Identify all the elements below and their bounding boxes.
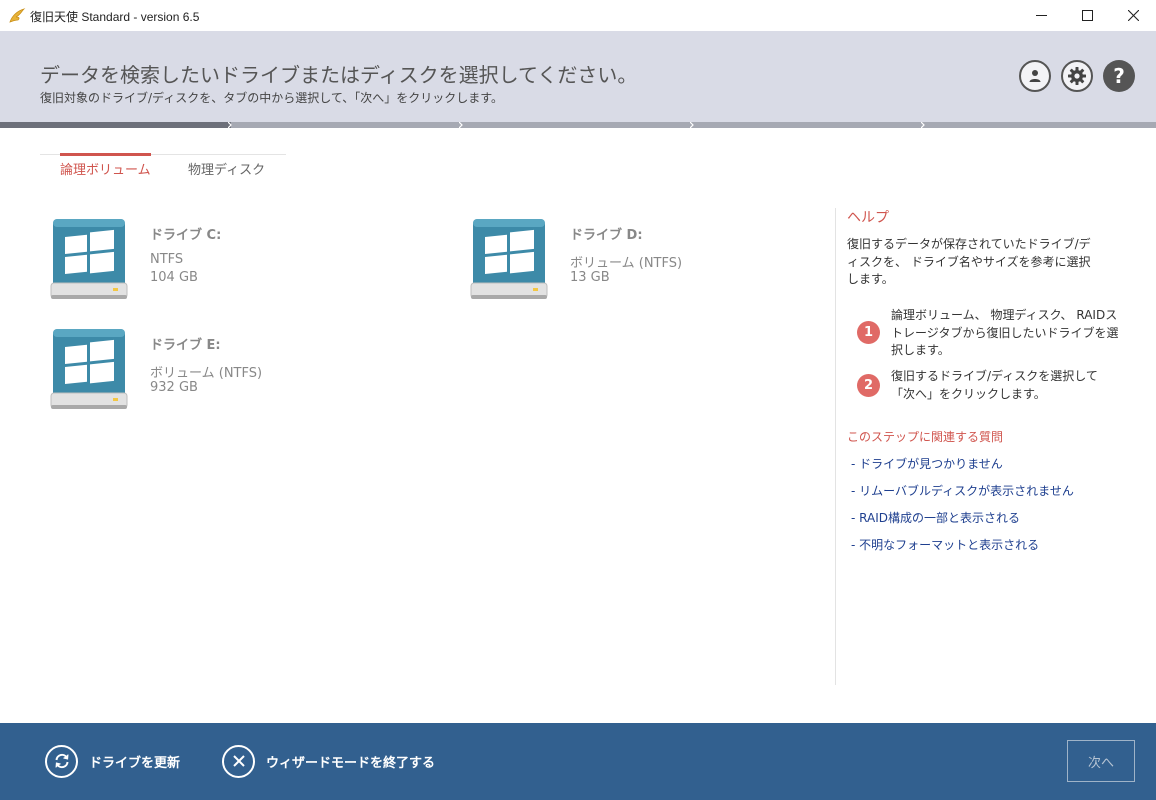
close-icon [222,744,255,778]
step-number-badge: 2 [857,374,880,397]
refresh-icon [45,744,78,778]
drive-filesystem: NTFS [150,252,184,267]
drive-item-d[interactable]: ドライブ D: ボリューム (NTFS) 13 GB [470,217,770,313]
maximize-icon [1081,10,1093,21]
close-icon [1127,10,1139,21]
faq-link-removable-disk[interactable]: - リムーバブルディスクが表示されません [851,482,1074,499]
faq-title: このステップに関連する質問 [847,430,1004,444]
page-title: データを検索したいドライブまたはディスクを選択してください。 [40,63,638,87]
help-title: ヘルプ [847,210,889,226]
refresh-drives-label: ドライブを更新 [89,755,181,771]
account-button[interactable] [1019,60,1051,92]
exit-wizard-button[interactable]: ウィザードモードを終了する [222,744,435,778]
title-bar: 復旧天使 Standard - version 6.5 [0,0,1156,31]
faq-link-drive-not-found[interactable]: - ドライブが見つかりません [851,455,1003,472]
drive-name: ドライブ E: [150,338,221,353]
wizard-header: データを検索したいドライブまたはディスクを選択してください。 復旧対象のドライブ… [0,31,1156,122]
drive-size: 104 GB [150,270,198,285]
exit-wizard-label: ウィザードモードを終了する [266,755,436,771]
windows-drive-icon [470,219,548,299]
next-button[interactable]: 次へ [1067,740,1135,782]
drive-size: 932 GB [150,380,198,395]
refresh-drives-button[interactable]: ドライブを更新 [45,744,180,778]
minimize-button[interactable] [1018,0,1064,31]
tab-logical-volumes[interactable]: 論理ボリューム [60,159,151,178]
step-separator [921,122,927,128]
step-separator [228,122,234,128]
faq-link-unknown-format[interactable]: - 不明なフォーマットと表示される [851,536,1039,553]
account-icon [1029,70,1041,82]
angel-wing-icon [9,8,26,23]
step-separator [690,122,696,128]
help-description: 復旧するデータが保存されていたドライブ/ディスクを、 ドライブ名やサイズを参考に… [847,237,1091,286]
step-separator [459,122,465,128]
windows-drive-icon [50,219,128,299]
drive-filesystem: ボリューム (NTFS) [150,366,263,381]
tab-physical-disks[interactable]: 物理ディスク [188,159,265,178]
drive-type-tabs: 論理ボリューム 物理ディスク [40,153,286,182]
close-window-button[interactable] [1110,0,1156,31]
drive-name: ドライブ C: [150,228,222,243]
wizard-progress [0,122,1156,128]
page-subtitle: 復旧対象のドライブ/ディスクを、タブの中から選択して、「次へ」をクリックします。 [40,91,504,105]
help-step-text: 復旧するドライブ/ディスクを選択して「次へ」をクリックします。 [891,369,1098,401]
drive-size: 13 GB [570,270,610,285]
gear-icon [1068,67,1086,85]
maximize-button[interactable] [1064,0,1110,31]
wizard-progress-fill [0,122,232,128]
step-number-badge: 1 [857,321,880,344]
drive-name: ドライブ D: [570,228,643,243]
wizard-footer: ドライブを更新 ウィザードモードを終了する 次へ [0,723,1156,800]
minimize-icon [1035,15,1047,16]
drive-item-c[interactable]: ドライブ C: NTFS 104 GB [50,217,350,313]
settings-button[interactable] [1061,60,1093,92]
help-button[interactable]: ? [1103,60,1135,92]
help-icon: ? [1113,64,1125,88]
help-panel-divider [835,208,836,685]
window-title: 復旧天使 Standard - version 6.5 [30,10,200,24]
faq-link-raid-part[interactable]: - RAID構成の一部と表示される [851,509,1020,526]
help-step-text: 論理ボリューム、 物理ディスク、 RAIDストレージタブから復旧したいドライブを… [891,308,1119,357]
windows-drive-icon [50,329,128,409]
active-tab-indicator [60,153,151,156]
drive-item-e[interactable]: ドライブ E: ボリューム (NTFS) 932 GB [50,327,350,423]
drive-filesystem: ボリューム (NTFS) [570,256,683,271]
